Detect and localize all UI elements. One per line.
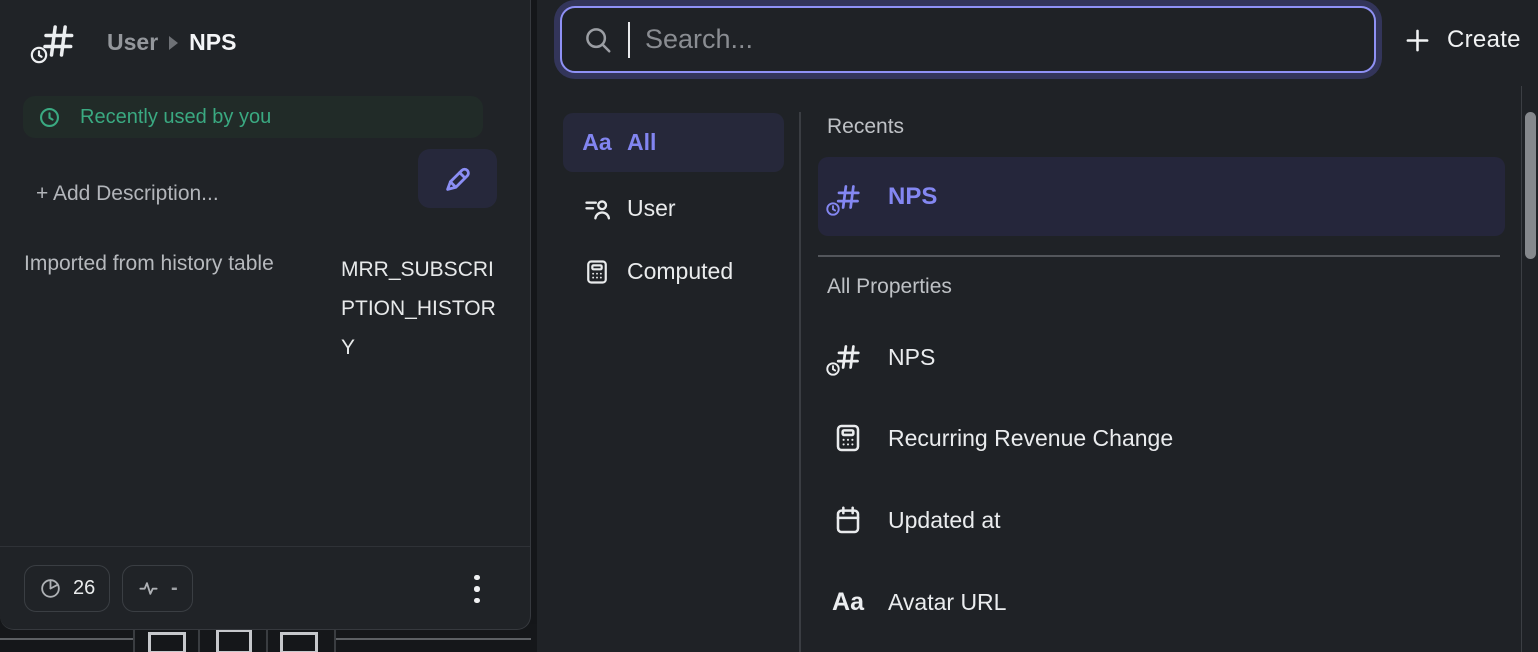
recent-item-nps[interactable]: NPS (818, 157, 1505, 236)
tab-user-label: User (627, 195, 676, 222)
pulse-icon (137, 577, 160, 600)
property-detail-card: User NPS Recently used by you + Add Desc… (0, 0, 531, 630)
recent-item-label: NPS (888, 183, 937, 211)
clock-overlay-icon (825, 361, 841, 377)
tab-computed[interactable]: Computed (563, 249, 784, 294)
pencil-icon (442, 163, 474, 195)
meta-value: MRR_SUBSCRIPTION_HISTORY (341, 250, 503, 367)
clock-overlay-icon (825, 201, 841, 217)
breadcrumb-chevron-icon (169, 36, 178, 50)
clock-icon (38, 106, 61, 129)
breadcrumb-current: NPS (189, 29, 236, 56)
user-list-icon (583, 195, 611, 223)
text-type-icon: Aa (582, 129, 611, 156)
tab-all-label: All (627, 129, 656, 156)
meta-label: Imported from history table (24, 252, 274, 276)
search-input[interactable] (645, 24, 1353, 55)
table-cell-icon (148, 632, 186, 652)
property-item-updated-at[interactable]: Updated at (818, 494, 1505, 546)
calculator-icon (583, 258, 611, 286)
property-item-label: Avatar URL (888, 589, 1006, 616)
table-line (0, 638, 133, 640)
property-item-avatar-url[interactable]: Aa Avatar URL (818, 576, 1505, 628)
table-line (334, 628, 336, 652)
table-line (133, 628, 135, 652)
more-options-button[interactable] (465, 566, 489, 612)
footer-divider (0, 546, 530, 547)
clock-overlay-icon (29, 45, 49, 65)
table-line (266, 628, 268, 652)
table-line (336, 638, 531, 640)
trend-value: - (171, 577, 178, 600)
calendar-icon (832, 504, 864, 536)
property-item-label: NPS (888, 344, 935, 371)
scrollbar-track (1521, 86, 1522, 652)
property-item-label: Recurring Revenue Change (888, 425, 1173, 452)
text-caret (628, 22, 630, 58)
recently-used-badge: Recently used by you (23, 96, 483, 138)
sample-count-badge[interactable]: 26 (24, 565, 110, 612)
calculator-icon (832, 422, 864, 454)
pie-chart-icon (39, 577, 62, 600)
property-item-label: Updated at (888, 507, 1001, 534)
tabs-results-divider (799, 112, 801, 652)
search-icon (583, 25, 613, 55)
numeric-property-icon (833, 181, 863, 213)
tab-user[interactable]: User (563, 186, 784, 231)
numeric-property-icon (833, 341, 863, 373)
create-button[interactable]: Create (1403, 21, 1521, 59)
breadcrumb: User NPS (107, 29, 236, 56)
trend-badge[interactable]: - (122, 565, 193, 612)
scrollbar-thumb[interactable] (1525, 112, 1536, 259)
table-cell-icon (216, 629, 252, 652)
create-button-label: Create (1447, 26, 1521, 54)
edit-description-button[interactable] (418, 149, 497, 208)
plus-icon (1403, 26, 1432, 55)
table-cell-icon (280, 632, 318, 652)
tab-all[interactable]: Aa All (563, 113, 784, 172)
results-divider (818, 255, 1500, 257)
property-item-nps[interactable]: NPS (818, 331, 1505, 383)
recently-used-label: Recently used by you (80, 106, 271, 129)
add-description-button[interactable]: + Add Description... (36, 182, 219, 206)
breadcrumb-parent[interactable]: User (107, 29, 158, 56)
recents-section-header: Recents (827, 115, 904, 139)
tab-computed-label: Computed (627, 258, 733, 285)
property-item-recurring-revenue-change[interactable]: Recurring Revenue Change (818, 412, 1505, 464)
search-bar[interactable] (560, 6, 1376, 73)
numeric-property-icon (38, 20, 78, 62)
property-search-modal: Create Aa All User Computed Recents (537, 0, 1538, 652)
all-properties-section-header: All Properties (827, 275, 952, 299)
sample-count-value: 26 (73, 577, 95, 600)
table-line (198, 628, 200, 652)
text-type-icon: Aa (832, 588, 864, 617)
